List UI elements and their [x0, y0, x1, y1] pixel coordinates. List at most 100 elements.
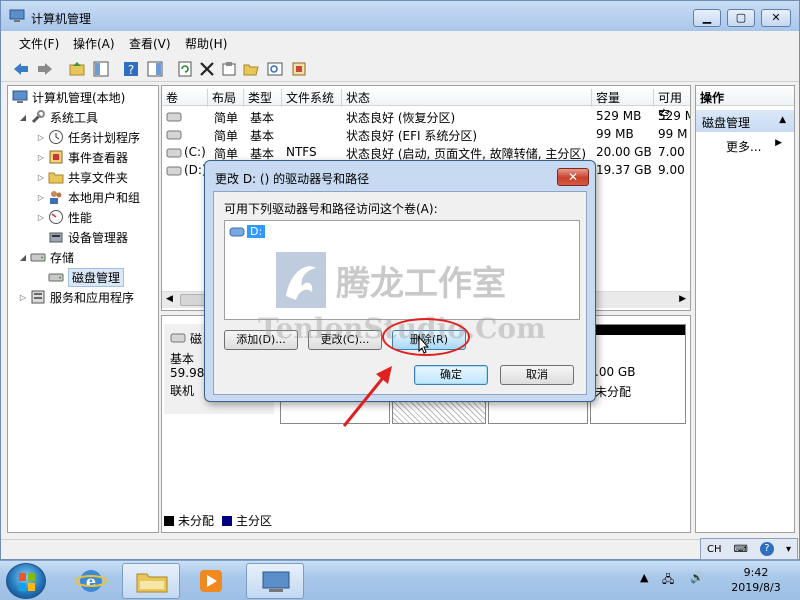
chevron-right-icon[interactable]: ▶ — [775, 138, 782, 148]
drive-icon — [166, 147, 182, 161]
add-button[interactable]: 添加(D)... — [224, 330, 298, 350]
network-icon[interactable]: 🖧 — [662, 571, 674, 590]
table-row[interactable]: 简单 基本 状态良好 (EFI 系统分区) 99 MB 99 M — [162, 126, 690, 144]
computer-icon — [12, 90, 28, 103]
back-icon[interactable] — [11, 59, 29, 77]
collapsed-arrow-icon[interactable]: ▷ — [36, 133, 46, 142]
disk-settings-icon[interactable] — [289, 59, 307, 77]
table-row[interactable]: 简单 基本 状态良好 (恢复分区) 529 MB 529 MB — [162, 108, 690, 126]
drive-icon — [166, 111, 182, 125]
open-folder-icon[interactable] — [241, 59, 259, 77]
taskbar-media-player-button[interactable] — [182, 563, 240, 599]
tree-item-shared-folders[interactable]: ▷ 共享文件夹 — [36, 168, 128, 186]
more-actions-link[interactable]: 更多... — [726, 138, 761, 155]
options-icon[interactable]: ▾ — [786, 544, 791, 555]
dialog-close-button[interactable]: ✕ — [557, 168, 589, 186]
mouse-cursor-icon — [418, 336, 430, 354]
storage-icon — [30, 253, 46, 262]
menu-file[interactable]: 文件(F) — [19, 35, 59, 52]
tree-item-device-manager[interactable]: 设备管理器 — [48, 228, 128, 246]
show-action-pane-icon[interactable] — [145, 59, 163, 77]
tree-item-root[interactable]: 计算机管理(本地) — [12, 88, 125, 106]
refresh-icon[interactable] — [175, 59, 193, 77]
column-header-filesystem[interactable]: 文件系统 — [282, 89, 342, 107]
svg-text:?: ? — [128, 63, 134, 77]
ok-button[interactable]: 确定 — [414, 365, 488, 385]
delete-icon[interactable] — [197, 59, 215, 77]
scroll-left-icon[interactable]: ◀ — [166, 294, 173, 304]
collapsed-arrow-icon[interactable]: ▷ — [36, 173, 46, 182]
expanded-arrow-icon[interactable]: ◢ — [18, 253, 28, 262]
column-header-capacity[interactable]: 容量 — [592, 89, 654, 107]
volume-icon[interactable]: 🔊 — [690, 571, 704, 584]
tree-item-services[interactable]: ▷ 服务和应用程序 — [18, 288, 134, 306]
list-item[interactable]: D: — [229, 225, 266, 238]
change-button[interactable]: 更改(C)... — [308, 330, 382, 350]
help-icon[interactable]: ? — [121, 59, 139, 77]
keyboard-icon[interactable]: ⌨ — [734, 544, 748, 555]
tree-item-performance[interactable]: ▷ 性能 — [36, 208, 92, 226]
column-header-volume[interactable]: 卷 — [162, 89, 208, 107]
column-header-free[interactable]: 可用空 — [654, 89, 690, 122]
tree-item-task-scheduler[interactable]: ▷ 任务计划程序 — [36, 128, 140, 146]
disk-type: 基本 — [170, 352, 195, 366]
expanded-arrow-icon[interactable]: ◢ — [18, 113, 28, 122]
taskbar-explorer-button[interactable] — [122, 563, 180, 599]
media-player-icon — [200, 570, 222, 592]
scroll-right-icon[interactable]: ▶ — [679, 294, 686, 304]
show-hidden-icons[interactable]: ▲ — [640, 571, 648, 584]
collapsed-arrow-icon[interactable]: ▷ — [36, 153, 46, 162]
tree-item-disk-management[interactable]: 磁盘管理 — [48, 267, 125, 287]
drive-path-list[interactable]: D: — [224, 220, 580, 320]
action-section-disk-management[interactable]: 磁盘管理 ▲ — [696, 110, 794, 132]
menu-help[interactable]: 帮助(H) — [185, 35, 227, 52]
menu-bar: 文件(F) 操作(A) 查看(V) 帮助(H) — [1, 31, 799, 53]
unallocated-block[interactable]: .00 GB 未分配 — [590, 324, 686, 424]
minimize-button[interactable]: ▁ — [693, 9, 721, 27]
language-bar[interactable]: CH ⌨ ? ▾ — [700, 538, 798, 560]
collapsed-arrow-icon[interactable]: ▷ — [18, 293, 28, 302]
column-header-status[interactable]: 状态 — [342, 89, 592, 107]
menu-view[interactable]: 查看(V) — [129, 35, 171, 52]
tree-item-event-viewer[interactable]: ▷ 事件查看器 — [36, 148, 128, 166]
maximize-button[interactable]: ▢ — [727, 9, 755, 27]
start-button[interactable] — [6, 563, 46, 599]
taskbar-computer-management-button[interactable] — [246, 563, 304, 599]
tree-item-system-tools[interactable]: ◢ 系统工具 — [18, 108, 98, 126]
collapsed-arrow-icon[interactable]: ▷ — [36, 213, 46, 222]
properties-icon[interactable] — [219, 59, 237, 77]
close-button[interactable]: ✕ — [761, 9, 791, 27]
ime-help-icon[interactable]: ? — [759, 542, 774, 556]
cancel-button[interactable]: 取消 — [500, 365, 574, 385]
search-icon[interactable] — [265, 59, 283, 77]
language-indicator[interactable]: CH — [707, 544, 722, 555]
tree-item-local-users[interactable]: ▷ 本地用户和组 — [36, 188, 140, 206]
up-folder-icon[interactable] — [67, 59, 85, 77]
drive-letter-item: D: — [247, 225, 266, 238]
action-pane: 操作 磁盘管理 ▲ 更多... ▶ — [695, 85, 795, 533]
collapsed-arrow-icon[interactable]: ▷ — [36, 193, 46, 202]
show-hide-tree-icon[interactable] — [91, 59, 109, 77]
legend: 未分配 主分区 — [164, 512, 272, 529]
status-bar — [1, 539, 799, 559]
drive-icon — [229, 227, 245, 236]
title-bar[interactable]: 计算机管理 ▁ ▢ ✕ — [1, 1, 799, 31]
clock-date: 2019/8/3 — [731, 581, 781, 594]
forward-icon[interactable] — [35, 59, 53, 77]
red-arrow-icon — [342, 366, 392, 427]
tools-icon — [31, 110, 45, 124]
collapse-up-icon[interactable]: ▲ — [779, 115, 786, 125]
taskbar-ie-button[interactable]: e — [62, 563, 120, 599]
drive-icon — [166, 165, 182, 179]
menu-action[interactable]: 操作(A) — [73, 35, 115, 52]
clock-icon — [49, 130, 63, 144]
column-header-layout[interactable]: 布局 — [208, 89, 244, 107]
unallocated-label: 未分配 — [595, 385, 632, 399]
shared-folder-icon — [48, 172, 64, 184]
column-header-type[interactable]: 类型 — [244, 89, 282, 107]
clock-time: 9:42 — [743, 566, 769, 579]
dialog-prompt: 可用下列驱动器号和路径访问这个卷(A): — [224, 202, 438, 216]
tree-item-storage[interactable]: ◢ 存储 — [18, 248, 74, 266]
dialog-title: 更改 D: () 的驱动器号和路径 — [215, 172, 370, 186]
system-clock[interactable]: 9:42 2019/8/3 — [720, 565, 792, 595]
